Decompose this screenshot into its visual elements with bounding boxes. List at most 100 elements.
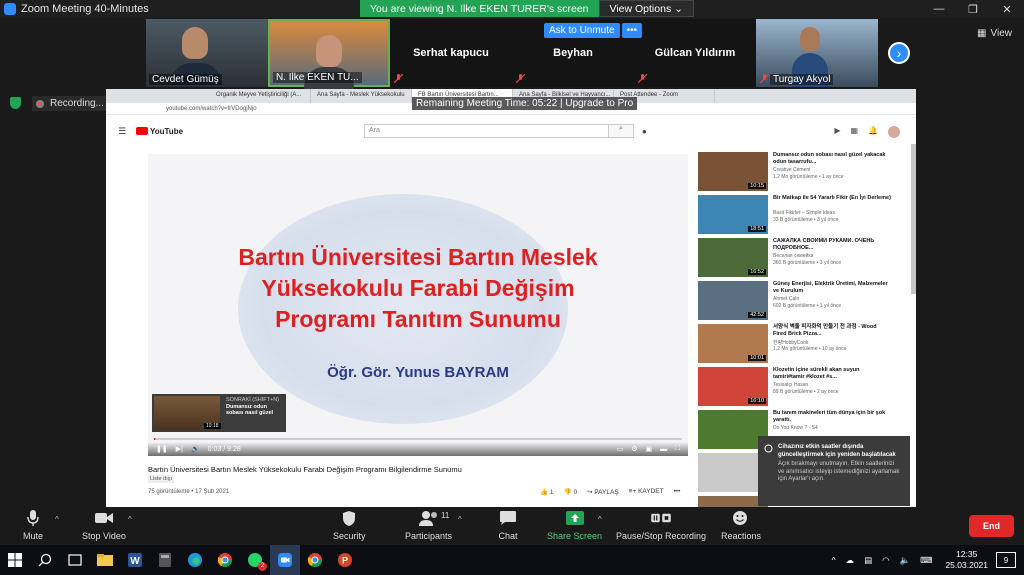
security-button[interactable]: Security: [333, 509, 366, 541]
system-tray: ^ ☁ ▤ ◠ 🔈 ⌨ 12:35 25.03.2021 9: [827, 545, 1024, 575]
windows-update-notification[interactable]: Cihazınız etkin saatler dışında güncelle…: [758, 436, 910, 506]
whatsapp-icon[interactable]: 2: [240, 545, 270, 575]
menu-icon[interactable]: ☰: [118, 126, 128, 137]
suggested-video-item[interactable]: 18:51 Bir Matkap ile 54 Yararlı Fikir (En…: [698, 195, 912, 238]
wifi-icon[interactable]: ◠: [882, 555, 889, 566]
settings-gear-icon[interactable]: ⚙: [631, 445, 637, 453]
minimize-icon[interactable]: —: [922, 0, 956, 18]
suggested-video-duration: 42:52: [748, 312, 766, 318]
clock[interactable]: 12:35 25.03.2021: [945, 549, 988, 571]
search-input[interactable]: Ara: [364, 124, 634, 138]
suggested-video-item[interactable]: 16:10 Klozetin içine sürekli akan suyun t…: [698, 367, 912, 410]
chat-button[interactable]: Chat: [497, 509, 519, 541]
video-progress-bar[interactable]: [154, 438, 682, 440]
fullscreen-icon[interactable]: ⛶: [675, 445, 680, 453]
save-button[interactable]: ≡+ KAYDET: [629, 488, 664, 496]
create-video-icon[interactable]: ▶: [834, 126, 840, 138]
dislike-button[interactable]: 👎 0: [564, 488, 578, 496]
view-button[interactable]: ▦ View: [977, 28, 1012, 39]
start-button[interactable]: [0, 545, 30, 575]
keyboard-icon[interactable]: ⌨: [920, 555, 932, 566]
powerpoint-icon[interactable]: P: [330, 545, 360, 575]
youtube-header: ☰ YouTube Ara ⌕ ● ▶ ▦ 🔔: [106, 118, 916, 144]
like-count: 1: [549, 489, 554, 496]
theater-mode-icon[interactable]: ▬: [660, 446, 667, 453]
next-video-icon[interactable]: ▶|: [176, 445, 183, 453]
cloud-icon[interactable]: ☁: [846, 555, 855, 566]
edge-icon[interactable]: [180, 545, 210, 575]
volume-icon[interactable]: 🔈: [900, 555, 911, 566]
search-icon[interactable]: ⌕: [608, 124, 634, 138]
voice-search-icon[interactable]: ●: [642, 127, 647, 136]
browser-tab[interactable]: Ana Sayfa - Meslek Yüksekokulu: [311, 89, 412, 103]
participant-tile-active[interactable]: N. Ilke EKEN TU...: [268, 19, 390, 89]
task-view-icon[interactable]: [60, 545, 90, 575]
view-options-button[interactable]: View Options ⌄: [598, 0, 694, 17]
microphone-icon: [22, 509, 44, 527]
security-label: Security: [333, 531, 366, 541]
player-controls: ❚❚ ▶| 🔊 0:03 / 9:28 ▭ ⚙ ▣ ▬ ⛶: [148, 442, 688, 456]
zoom-app-icon: [4, 3, 16, 15]
participant-tile[interactable]: Cevdet Gümüş: [146, 19, 268, 87]
reactions-button[interactable]: Reactions: [721, 509, 761, 541]
share-screen-button[interactable]: Share Screen: [547, 509, 602, 541]
share-screen-label: Share Screen: [547, 531, 603, 541]
participant-tile[interactable]: Gülcan Yıldırım: [634, 19, 756, 87]
chevron-up-icon[interactable]: ^: [458, 515, 462, 524]
zoom-taskbar-icon[interactable]: [270, 545, 300, 575]
file-explorer-icon[interactable]: [90, 545, 120, 575]
up-next-card[interactable]: 10:18 SONRAKİ (SHIFT+N) Dumansız odun so…: [152, 394, 286, 432]
suggested-video-title: Dumansız odun sobası nasıl güzel yakacak…: [773, 152, 886, 165]
participant-tile[interactable]: Turgay Akyol: [756, 19, 878, 87]
share-button[interactable]: ↪ PAYLAŞ: [587, 488, 619, 496]
subtitles-icon[interactable]: ▭: [617, 445, 624, 453]
scrollbar[interactable]: [911, 144, 916, 294]
next-page-button[interactable]: ›: [888, 42, 910, 64]
show-hidden-icons-icon[interactable]: ^: [832, 555, 836, 565]
like-button[interactable]: 👍 1: [540, 488, 554, 496]
participant-tile[interactable]: Serhat kapucu: [390, 19, 512, 87]
suggested-video-item[interactable]: 10:15 Dumansız odun sobası nasıl güzel ya…: [698, 152, 912, 195]
volume-icon[interactable]: 🔊: [191, 445, 200, 453]
mute-button[interactable]: Mute: [22, 509, 44, 541]
word-icon[interactable]: W: [120, 545, 150, 575]
notifications-icon[interactable]: 🔔: [868, 126, 878, 138]
video-player[interactable]: Bartın Üniversitesi Bartın Meslek Yüksek…: [148, 154, 688, 456]
more-options-button[interactable]: •••: [621, 23, 643, 38]
window-controls: — ❐ ✕: [922, 0, 1024, 18]
suggested-video-item[interactable]: 16:52 САЖАЛКА СВОИМИ РУКАМИ. ОЧЕНЬ ПОДРОБ…: [698, 238, 912, 281]
close-icon[interactable]: ✕: [990, 0, 1024, 18]
pause-recording-label: Pause/Stop Recording: [616, 531, 707, 541]
end-meeting-button[interactable]: End: [969, 515, 1014, 537]
restore-icon[interactable]: ❐: [956, 0, 990, 18]
youtube-logo[interactable]: YouTube: [136, 127, 183, 136]
chevron-up-icon[interactable]: ^: [128, 515, 132, 524]
suggested-video-item[interactable]: 42:52 Güneş Enerjisi, Elektrik Üretimi, M…: [698, 281, 912, 324]
network-icon[interactable]: ▤: [864, 555, 872, 566]
stop-video-button[interactable]: Stop Video: [82, 509, 126, 541]
stop-video-label: Stop Video: [82, 531, 126, 541]
suggested-video-views: 602 B görüntüleme • 1 yıl önce: [773, 303, 842, 309]
chrome-icon[interactable]: [300, 545, 330, 575]
calculator-icon[interactable]: [150, 545, 180, 575]
avatar[interactable]: [888, 126, 900, 138]
ask-to-unmute-button[interactable]: Ask to Unmute: [544, 23, 620, 38]
notification-center-icon[interactable]: 9: [996, 552, 1016, 568]
chevron-up-icon[interactable]: ^: [55, 515, 59, 524]
pause-stop-recording-button[interactable]: Pause/Stop Recording: [616, 509, 706, 541]
notification-count: 9: [1003, 555, 1009, 565]
chevron-up-icon[interactable]: ^: [598, 515, 602, 524]
apps-grid-icon[interactable]: ▦: [850, 126, 858, 138]
remaining-meeting-time[interactable]: Remaining Meeting Time: 05:22 | Upgrade …: [412, 97, 638, 110]
browser-tab[interactable]: Organik Meyve Yetiştiriciliği (A...: [210, 89, 311, 103]
more-actions-icon[interactable]: •••: [674, 488, 681, 496]
suggested-video-channel: 한량HobbyCook: [773, 340, 809, 346]
suggested-video-item[interactable]: 10:01 서양식 벽돌 피자화덕 만들기 전 과정 - Wood Fired B…: [698, 324, 912, 367]
pause-icon[interactable]: ❚❚: [156, 445, 168, 453]
search-icon[interactable]: [30, 545, 60, 575]
miniplayer-icon[interactable]: ▣: [645, 445, 652, 453]
up-next-label: SONRAKİ (SHIFT+N): [226, 397, 280, 403]
chrome-icon[interactable]: [210, 545, 240, 575]
suggested-video-channel: Веселая семейка: [773, 253, 814, 259]
encryption-shield-icon: [10, 97, 21, 109]
